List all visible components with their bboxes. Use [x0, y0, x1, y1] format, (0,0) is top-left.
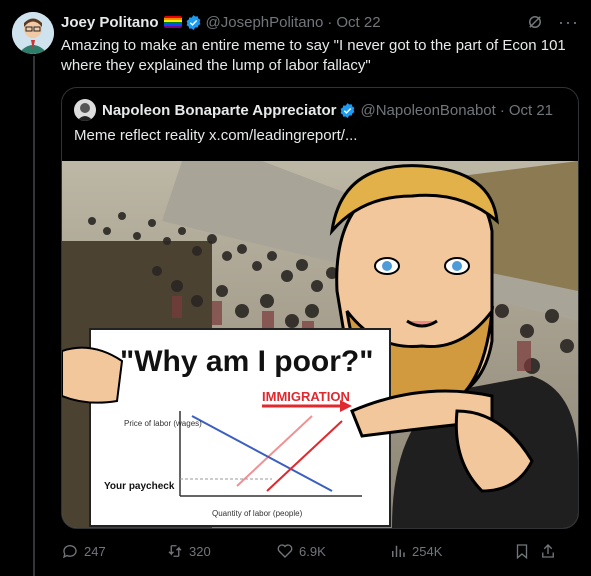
grok-icon[interactable] — [526, 13, 544, 31]
quote-author-avatar — [74, 99, 96, 121]
share-button[interactable] — [539, 542, 559, 560]
author-avatar[interactable] — [12, 12, 54, 54]
quantity-axis-label: Quantity of labor (people) — [212, 509, 303, 518]
quoted-tweet[interactable]: Napoleon Bonaparte Appreciator @Napoleon… — [61, 87, 579, 529]
views-button[interactable]: 254K — [389, 542, 513, 560]
repost-button[interactable]: 320 — [166, 542, 276, 560]
tweet-header: Joey Politano @JosephPolitano · Oct 22 ·… — [61, 12, 579, 32]
reply-icon — [62, 545, 77, 559]
bookmark-button[interactable] — [513, 542, 539, 560]
immigration-label: IMMIGRATION — [262, 389, 350, 404]
action-bar: 247 320 6.9K 254K — [61, 541, 577, 561]
quote-date: Oct 21 — [508, 101, 554, 119]
quote-header: Napoleon Bonaparte Appreciator @Napoleon… — [74, 99, 553, 121]
price-axis-label: Price of labor (wages) — [124, 419, 202, 428]
meme-image[interactable]: "Why am I poor?" IMMIGRATION Price of la… — [62, 161, 578, 528]
heart-icon — [277, 544, 293, 558]
rainbow-flag-icon — [163, 16, 182, 28]
quote-author-handle: @NapoleonBonabot — [360, 101, 496, 119]
tweet-date[interactable]: Oct 22 — [336, 14, 380, 31]
thread-line — [33, 56, 35, 576]
views-chart-icon — [392, 545, 405, 557]
like-button[interactable]: 6.9K — [276, 542, 389, 560]
sign-title: "Why am I poor?" — [120, 345, 373, 378]
more-options-icon[interactable]: ··· — [558, 12, 579, 33]
bookmark-icon — [516, 544, 528, 560]
verified-badge-icon[interactable] — [185, 14, 202, 31]
quote-date-separator: · — [499, 101, 505, 119]
like-count: 6.9K — [299, 543, 326, 559]
reply-button[interactable]: 247 — [61, 542, 166, 560]
quote-author-name: Napoleon Bonaparte Appreciator — [102, 101, 337, 119]
meme-illustration: "Why am I poor?" IMMIGRATION Price of la… — [62, 161, 578, 528]
share-icon — [542, 544, 554, 558]
repost-icon — [168, 545, 182, 557]
reply-count: 247 — [84, 543, 106, 559]
paycheck-label: Your paycheck — [104, 481, 175, 492]
repost-count: 320 — [189, 543, 211, 559]
date-separator: · — [327, 13, 333, 31]
tweet-text: Amazing to make an entire meme to say "I… — [61, 37, 566, 74]
quote-verified-badge-icon — [341, 102, 355, 118]
quote-text: Meme reflect reality x.com/leadingreport… — [74, 127, 358, 144]
author-name[interactable]: Joey Politano — [61, 14, 159, 31]
author-handle[interactable]: @JosephPolitano — [206, 14, 324, 31]
views-count: 254K — [412, 543, 443, 559]
